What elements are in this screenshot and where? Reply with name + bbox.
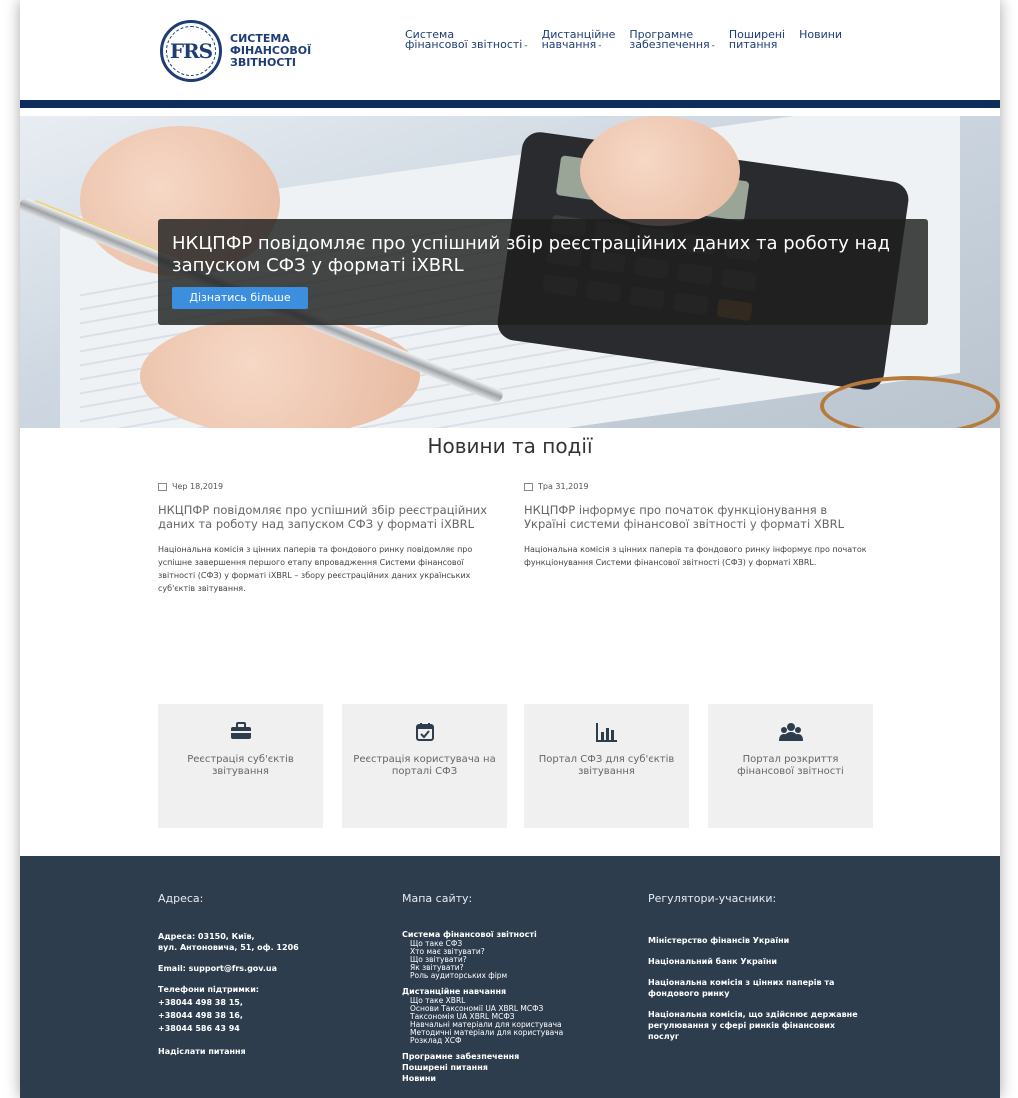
chevron-down-icon: - (524, 41, 528, 51)
address-line: вул. Антоновича, 51, оф. 1206 (158, 943, 299, 952)
nav-item-label: питання (728, 38, 778, 51)
news-excerpt: Національна комісія з цінних паперів та … (158, 545, 473, 593)
nav-item-label: навчання (541, 38, 597, 51)
support-email-link[interactable]: Email: support@frs.gov.ua (158, 963, 378, 974)
web-page: FRS СИСТЕМА ФІНАНСОВОЇ ЗВІТНОСТІ Система… (20, 0, 1000, 1098)
phone-number: +38044 498 38 15, (158, 998, 243, 1007)
nav-item-software[interactable]: Програмне забезпечення - (629, 29, 715, 51)
screenshot-frame: FRS СИСТЕМА ФІНАНСОВОЇ ЗВІТНОСТІ Система… (0, 0, 1018, 1098)
site-footer: Адреса: Адреса: 03150, Київ, вул. Антоно… (20, 856, 1000, 1098)
hero-banner: НКЦПФР повідомляє про успішний збір реєс… (20, 116, 1000, 428)
footer-heading: Регулятори-учасники: (648, 892, 777, 905)
calendar-check-icon (342, 722, 507, 742)
regulator-link[interactable]: Національний банк України (648, 956, 868, 967)
news-excerpt: Національна комісія з цінних паперів та … (524, 545, 867, 567)
tile-label: Реєстрація суб'єктів звітування (187, 754, 294, 777)
news-item: Тра 31,2019 НКЦПФР інформує про початок … (524, 482, 869, 569)
news-date: Чер 18,2019 (158, 482, 503, 491)
phone-number: +38044 498 38 16, (158, 1011, 243, 1020)
logo-line: ЗВІТНОСТІ (230, 56, 297, 69)
tile-entity-registration[interactable]: Реєстрація суб'єктів звітування (158, 704, 323, 828)
tile-user-registration[interactable]: Реєстрація користувача на порталі СФЗ (342, 704, 507, 828)
users-icon (708, 722, 873, 742)
chevron-down-icon: - (598, 41, 602, 51)
briefcase-icon (158, 722, 323, 740)
sitemap-sublink[interactable]: Роль аудиторських фірм (402, 972, 632, 980)
logo-letters: FRS (166, 26, 216, 76)
site-header: FRS СИСТЕМА ФІНАНСОВОЇ ЗВІТНОСТІ Система… (20, 0, 1000, 100)
footer-heading: Мапа сайту: (402, 892, 473, 905)
phone-number: +38044 586 43 94 (158, 1024, 240, 1033)
regulator-link[interactable]: Національна комісія, що здійснює державн… (648, 1009, 868, 1042)
tile-reporting-portal[interactable]: Портал СФЗ для суб'єктів звітування (524, 704, 689, 828)
sitemap-sublink[interactable]: Розклад ХСФ (402, 1037, 632, 1045)
news-date-text: Чер 18,2019 (172, 482, 224, 491)
nav-item-financial-reporting-system[interactable]: Система фінансової звітності - (405, 29, 528, 51)
footer-heading: Адреса: (158, 892, 204, 905)
footer-regulators: Регулятори-учасники: Міністерство фінанс… (648, 892, 868, 1042)
news-date-text: Тра 31,2019 (538, 482, 589, 491)
tile-label: Портал СФЗ для суб'єктів звітування (538, 754, 675, 777)
tile-disclosure-portal[interactable]: Портал розкриття фінансової звітності (708, 704, 873, 828)
address-line: Адреса: 03150, Київ, (158, 932, 255, 941)
footer-address: Адреса: Адреса: 03150, Київ, вул. Антоно… (158, 892, 378, 1057)
news-title-link[interactable]: НКЦПФР інформує про початок функціонуван… (524, 503, 869, 531)
nav-item-label: забезпечення (629, 38, 710, 51)
sitemap-link[interactable]: Програмне забезпечення (402, 1051, 632, 1062)
nav-item-distance-learning[interactable]: Дистанційне навчання - (541, 29, 616, 51)
bar-chart-icon (524, 722, 689, 742)
regulator-link[interactable]: Міністерство фінансів України (648, 935, 868, 946)
hero-title[interactable]: НКЦПФР повідомляє про успішний збір реєс… (172, 233, 912, 277)
chevron-down-icon: - (711, 41, 715, 51)
footer-sitemap: Мапа сайту: Система фінансової звітності… (402, 892, 632, 1084)
news-title-link[interactable]: НКЦПФР повідомляє про успішний збір реєс… (158, 503, 503, 531)
learn-more-button[interactable]: Дізнатись більше (172, 287, 308, 309)
news-heading: Новини та події (427, 434, 593, 458)
calendar-icon (524, 482, 533, 491)
main-nav: Система фінансової звітності - Дистанційн… (405, 28, 856, 51)
sitemap-link[interactable]: Новини (402, 1073, 632, 1084)
tile-label: Портал розкриття фінансової звітності (737, 754, 844, 777)
sitemap-link[interactable]: Поширені питання (402, 1062, 632, 1073)
nav-item-news[interactable]: Новини (799, 28, 843, 51)
news-date: Тра 31,2019 (524, 482, 869, 491)
nav-item-label: Новини (799, 28, 843, 41)
calendar-icon (158, 482, 167, 491)
hero-caption: НКЦПФР повідомляє про успішний збір реєс… (158, 219, 928, 325)
nav-item-faq[interactable]: Поширені питання (728, 29, 785, 51)
news-item: Чер 18,2019 НКЦПФР повідомляє про успішн… (158, 482, 503, 595)
logo-text: СИСТЕМА ФІНАНСОВОЇ ЗВІТНОСТІ (230, 33, 311, 69)
header-divider (20, 100, 1000, 108)
tile-label: Реєстрація користувача на порталі СФЗ (353, 754, 496, 777)
logo-emblem-icon: FRS (160, 20, 222, 82)
site-logo[interactable]: FRS СИСТЕМА ФІНАНСОВОЇ ЗВІТНОСТІ (160, 20, 311, 82)
regulator-link[interactable]: Національна комісія з цінних паперів та … (648, 977, 868, 999)
nav-item-label: фінансової звітності (405, 38, 523, 51)
glasses-image (820, 376, 1000, 428)
phones-label: Телефони підтримки: (158, 985, 259, 994)
hand-image (140, 316, 420, 428)
hand-image (580, 116, 740, 226)
send-question-link[interactable]: Надіслати питання (158, 1046, 378, 1057)
